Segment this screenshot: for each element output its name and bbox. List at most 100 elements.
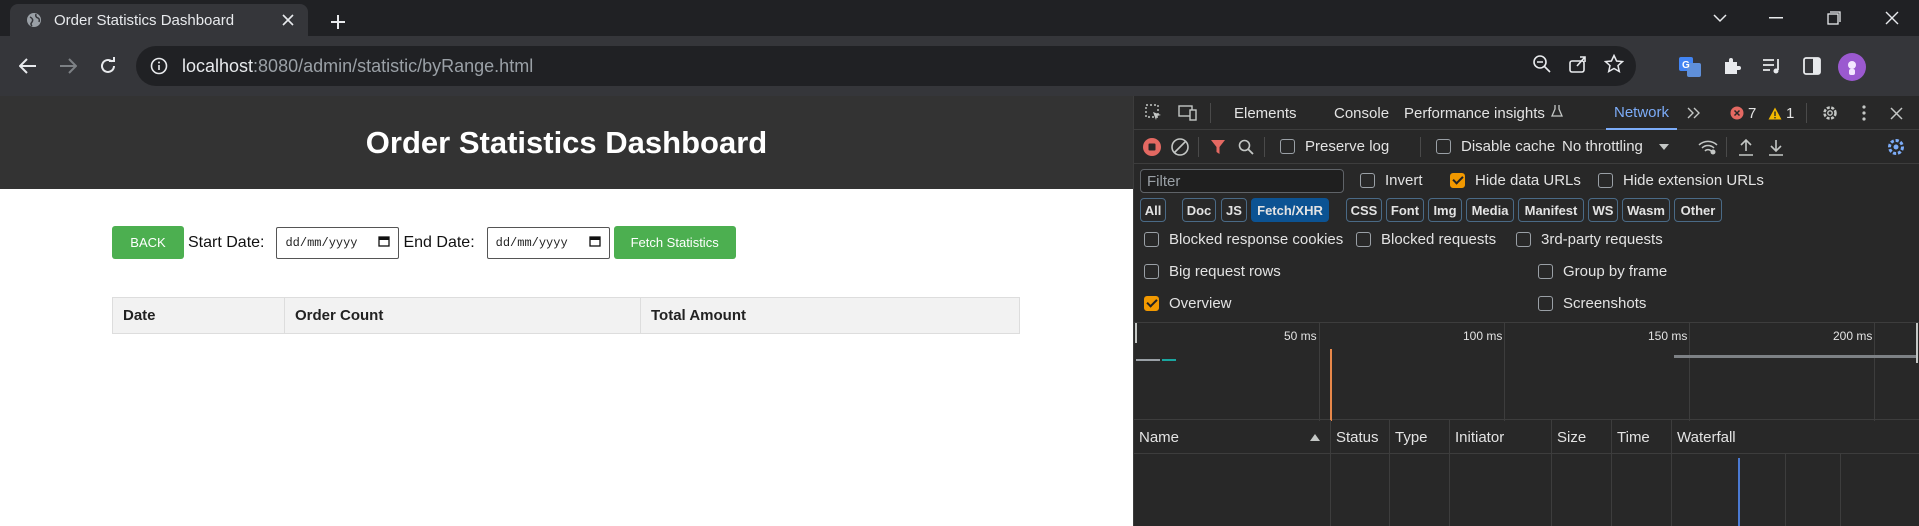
column-status[interactable]: Status <box>1331 420 1379 454</box>
record-stop-icon[interactable] <box>1140 135 1164 159</box>
hide-extension-urls-checkbox[interactable]: Hide extension URLs <box>1598 172 1764 189</box>
column-initiator[interactable]: Initiator <box>1450 420 1504 454</box>
column-size[interactable]: Size <box>1552 420 1586 454</box>
type-filter-all[interactable]: All <box>1140 198 1166 222</box>
minimize-icon[interactable] <box>1756 4 1796 32</box>
third-party-requests-checkbox[interactable]: 3rd-party requests <box>1516 231 1663 248</box>
type-filter-img[interactable]: Img <box>1428 198 1462 222</box>
reload-icon[interactable] <box>94 52 122 80</box>
start-date-label: Start Date: <box>188 233 265 251</box>
hide-data-urls-checkbox[interactable]: Hide data URLs <box>1450 172 1581 189</box>
side-panel-icon[interactable] <box>1798 52 1826 80</box>
preserve-log-box[interactable] <box>1280 139 1295 154</box>
group-by-frame-label: Group by frame <box>1563 263 1668 280</box>
search-icon[interactable] <box>1234 135 1258 159</box>
forward-arrow-icon[interactable] <box>54 52 82 80</box>
tab-console[interactable]: Console <box>1334 96 1389 130</box>
hide-data-urls-box[interactable] <box>1450 173 1465 188</box>
type-filter-js[interactable]: JS <box>1221 198 1247 222</box>
type-filter-wasm[interactable]: Wasm <box>1622 198 1670 222</box>
restore-icon[interactable] <box>1814 4 1854 32</box>
type-filter-css[interactable]: CSS <box>1346 198 1382 222</box>
filter-funnel-icon[interactable] <box>1206 135 1230 159</box>
overview-left-handle[interactable] <box>1135 323 1137 343</box>
type-filter-other[interactable]: Other <box>1674 198 1722 222</box>
import-har-icon[interactable] <box>1734 135 1758 159</box>
device-toolbar-icon[interactable] <box>1176 101 1200 125</box>
close-devtools-icon[interactable] <box>1884 101 1908 125</box>
close-window-icon[interactable] <box>1872 4 1912 32</box>
warning-count-badge[interactable]: 1 <box>1768 96 1794 130</box>
type-filter-doc[interactable]: Doc <box>1182 198 1216 222</box>
blocked-response-cookies-checkbox[interactable]: Blocked response cookies <box>1144 231 1343 248</box>
preserve-log-label: Preserve log <box>1305 138 1390 155</box>
screenshots-checkbox[interactable]: Screenshots <box>1538 295 1646 312</box>
big-request-rows-checkbox[interactable]: Big request rows <box>1144 263 1281 280</box>
profile-avatar[interactable] <box>1838 53 1866 81</box>
column-type[interactable]: Type <box>1390 420 1428 454</box>
tab-performance-insights[interactable]: Performance insights <box>1404 96 1563 130</box>
group-by-frame-box[interactable] <box>1538 264 1553 279</box>
bookmark-star-icon[interactable] <box>1603 53 1625 79</box>
network-settings-gear-icon[interactable] <box>1884 135 1908 159</box>
invert-box[interactable] <box>1360 173 1375 188</box>
type-filter-media[interactable]: Media <box>1466 198 1514 222</box>
start-date-input[interactable]: dd/mm/yyyy <box>276 226 400 259</box>
disable-cache-checkbox[interactable]: Disable cache <box>1436 138 1555 155</box>
network-conditions-icon[interactable] <box>1696 135 1720 159</box>
calendar-icon[interactable] <box>588 235 601 251</box>
invert-checkbox[interactable]: Invert <box>1360 172 1423 189</box>
back-button[interactable]: BACK <box>112 226 184 259</box>
invert-label: Invert <box>1385 172 1423 189</box>
overview-box[interactable] <box>1144 296 1159 311</box>
network-overview-timeline[interactable]: 50 ms 100 ms 150 ms 200 ms <box>1134 322 1919 421</box>
blocked-response-cookies-box[interactable] <box>1144 232 1159 247</box>
big-request-rows-box[interactable] <box>1144 264 1159 279</box>
type-filter-ws[interactable]: WS <box>1588 198 1618 222</box>
share-icon[interactable] <box>1568 54 1588 79</box>
more-tabs-chevron-icon[interactable] <box>1682 101 1706 125</box>
tab-search-chevron-icon[interactable] <box>1700 4 1740 32</box>
clear-icon[interactable] <box>1168 135 1192 159</box>
error-count-badge[interactable]: 7 <box>1730 96 1756 130</box>
close-tab-icon[interactable] <box>278 10 298 30</box>
settings-gear-icon[interactable] <box>1818 101 1842 125</box>
end-date-placeholder: dd/mm/yyyy <box>495 235 568 250</box>
browser-tab[interactable]: Order Statistics Dashboard <box>10 4 308 36</box>
new-tab-icon[interactable] <box>324 8 352 36</box>
overview-checkbox[interactable]: Overview <box>1144 295 1232 312</box>
site-info-icon[interactable] <box>150 57 168 75</box>
blocked-requests-checkbox[interactable]: Blocked requests <box>1356 231 1496 248</box>
hide-extension-urls-box[interactable] <box>1598 173 1613 188</box>
filter-input[interactable]: Filter <box>1140 169 1344 193</box>
translate-extension-icon[interactable]: G <box>1676 52 1704 80</box>
request-table-header: Name Status Type Initiator Size Time Wat… <box>1134 420 1919 454</box>
back-arrow-icon[interactable] <box>14 52 42 80</box>
third-party-requests-box[interactable] <box>1516 232 1531 247</box>
blocked-requests-box[interactable] <box>1356 232 1371 247</box>
column-waterfall[interactable]: Waterfall <box>1672 420 1736 454</box>
type-filter-fetch-xhr[interactable]: Fetch/XHR <box>1251 198 1329 222</box>
column-time[interactable]: Time <box>1612 420 1650 454</box>
media-control-icon[interactable] <box>1758 52 1786 80</box>
type-filter-font[interactable]: Font <box>1386 198 1424 222</box>
overview-right-handle[interactable] <box>1916 323 1918 363</box>
calendar-icon[interactable] <box>378 235 391 251</box>
preserve-log-checkbox[interactable]: Preserve log <box>1280 138 1389 155</box>
extensions-puzzle-icon[interactable] <box>1718 52 1746 80</box>
fetch-statistics-button[interactable]: Fetch Statistics <box>613 226 736 259</box>
more-options-icon[interactable] <box>1852 101 1876 125</box>
column-name[interactable]: Name <box>1134 420 1330 454</box>
disable-cache-box[interactable] <box>1436 139 1451 154</box>
end-date-input[interactable]: dd/mm/yyyy <box>486 226 610 259</box>
export-har-icon[interactable] <box>1764 135 1788 159</box>
group-by-frame-checkbox[interactable]: Group by frame <box>1538 263 1667 280</box>
inspect-element-icon[interactable] <box>1142 101 1166 125</box>
tab-network[interactable]: Network <box>1606 96 1678 130</box>
zoom-icon[interactable] <box>1532 54 1552 79</box>
tab-elements[interactable]: Elements <box>1234 96 1297 130</box>
type-filter-manifest[interactable]: Manifest <box>1518 198 1584 222</box>
address-bar[interactable]: localhost:8080/admin/statistic/byRange.h… <box>136 46 1636 86</box>
throttling-select[interactable]: No throttling <box>1562 138 1669 155</box>
screenshots-box[interactable] <box>1538 296 1553 311</box>
